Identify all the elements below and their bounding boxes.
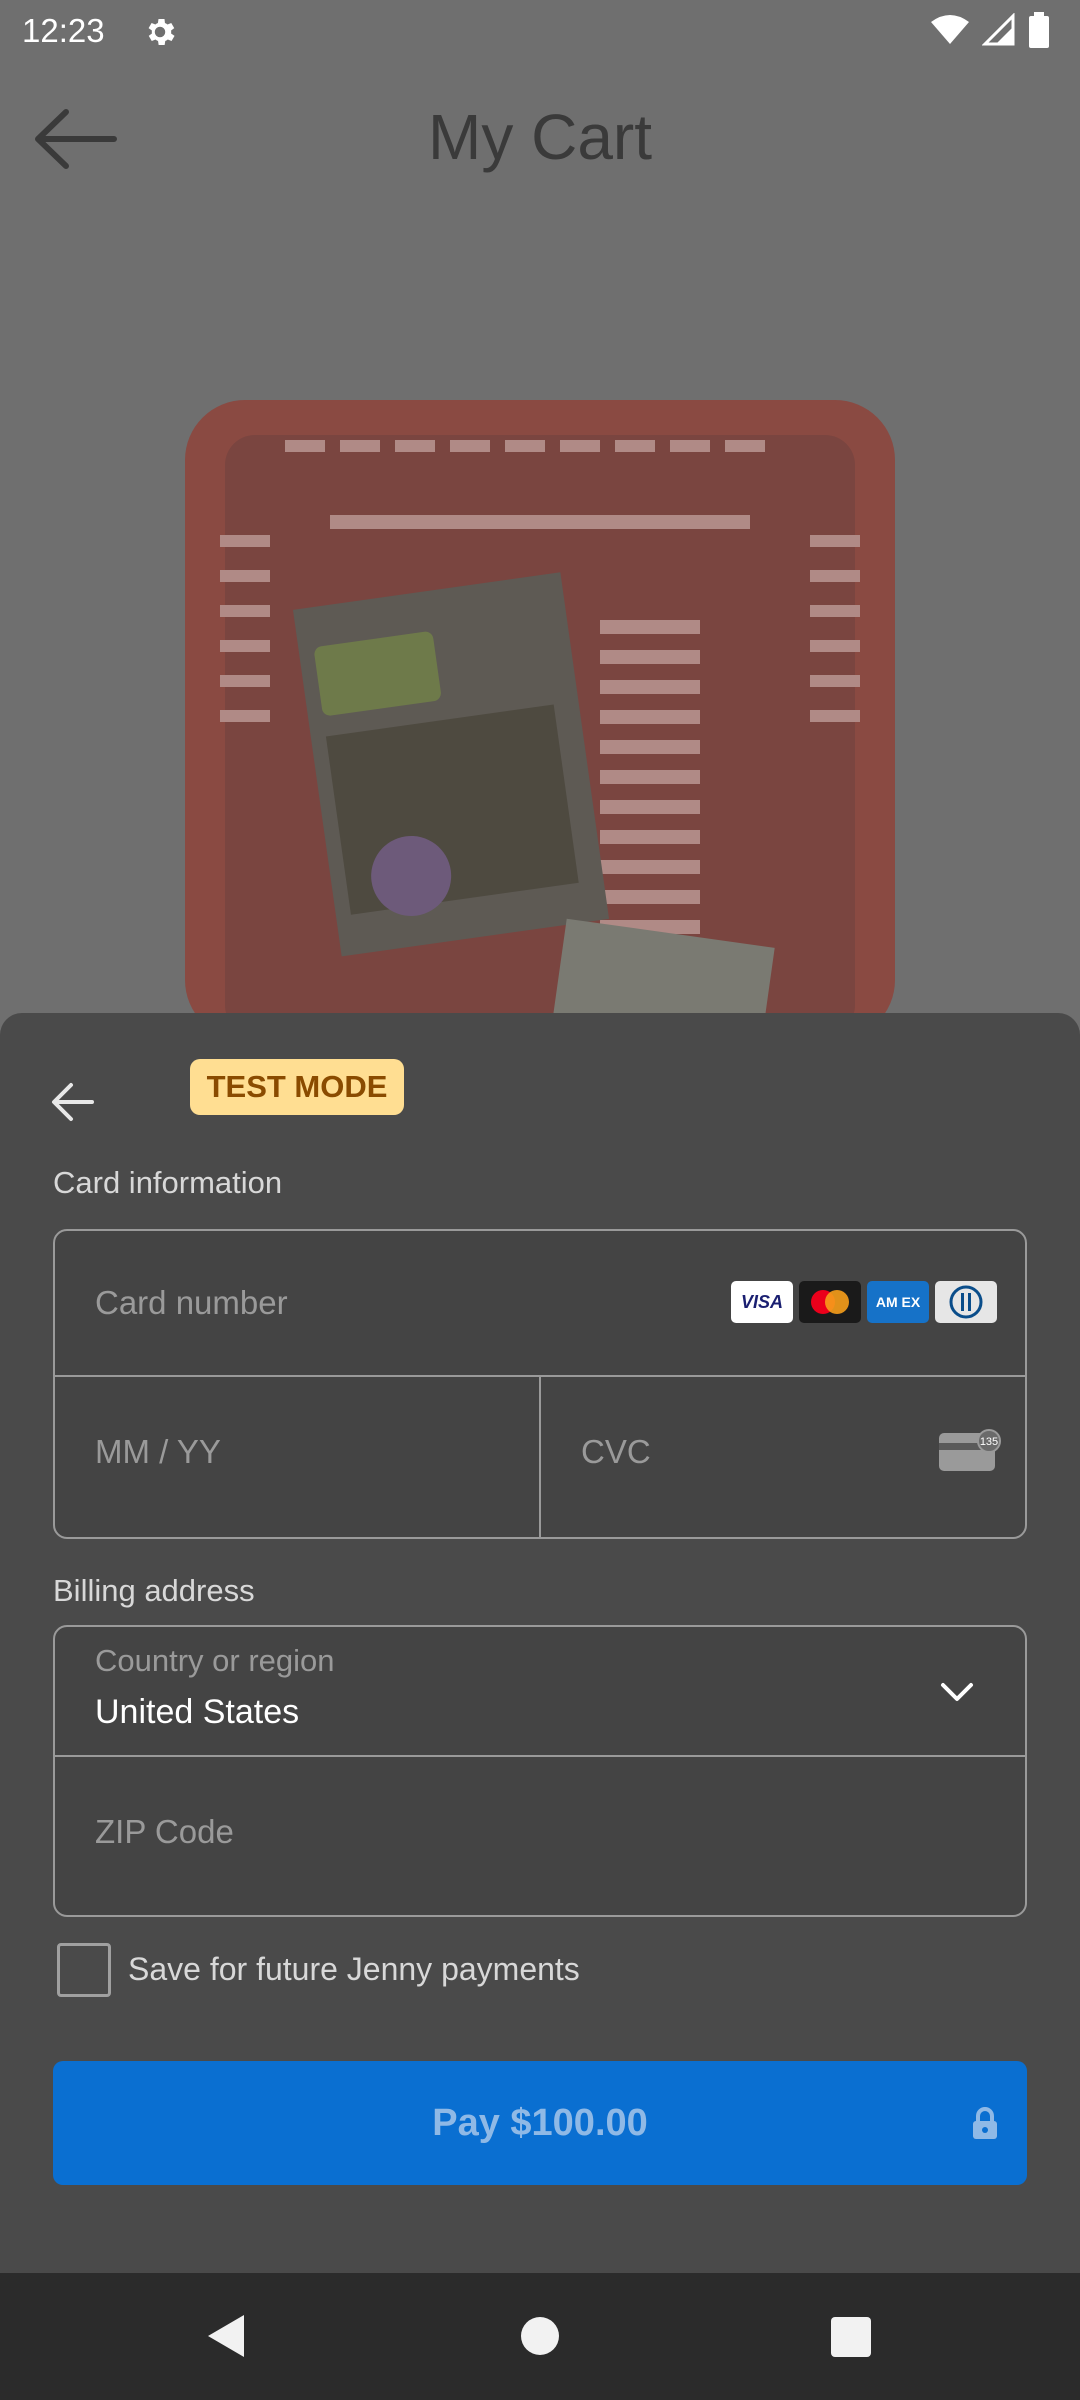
- cvc-icon-text: 135: [980, 1436, 998, 1448]
- system-navigation-bar: [0, 2273, 1080, 2400]
- chevron-down-icon: [941, 1683, 973, 1701]
- wifi-icon: [931, 15, 969, 44]
- card-information-box: Card number VISA AM EX MM / YY CVC 135: [53, 1229, 1027, 1539]
- nav-recents-icon[interactable]: [831, 2317, 871, 2357]
- battery-icon: [1029, 12, 1049, 48]
- amex-icon: AM EX: [867, 1281, 929, 1323]
- sheet-back-icon[interactable]: [50, 1081, 96, 1123]
- expiry-placeholder: MM / YY: [95, 1433, 221, 1470]
- card-brands: VISA AM EX: [731, 1281, 997, 1323]
- card-number-placeholder: Card number: [95, 1284, 288, 1321]
- billing-address-label: Billing address: [53, 1573, 255, 1608]
- save-payment-checkbox[interactable]: [57, 1943, 111, 1997]
- nav-home-icon[interactable]: [521, 2317, 559, 2355]
- test-mode-badge: TEST MODE: [190, 1059, 404, 1115]
- payment-sheet: TEST MODE Card information Card number V…: [0, 1013, 1080, 2273]
- cart-basket-illustration: [185, 400, 895, 1015]
- nav-back-icon[interactable]: [204, 2313, 246, 2359]
- status-bar: 12:23: [0, 0, 1080, 64]
- pay-button[interactable]: Pay $100.00: [53, 2061, 1027, 2185]
- expiry-field[interactable]: MM / YY: [55, 1377, 541, 1537]
- status-time: 12:23: [22, 12, 105, 49]
- cvc-card-icon: 135: [939, 1429, 1001, 1471]
- status-icons: [930, 12, 1050, 48]
- cvc-field[interactable]: CVC 135: [541, 1377, 1025, 1537]
- country-value: United States: [95, 1693, 300, 1731]
- settings-gear-icon: [148, 18, 175, 46]
- pay-button-label: Pay $100.00: [432, 2101, 648, 2144]
- page-title: My Cart: [428, 101, 652, 173]
- mastercard-icon: [799, 1281, 861, 1323]
- cvc-placeholder: CVC: [581, 1433, 651, 1470]
- billing-address-box: Country or region United States ZIP Code: [53, 1625, 1027, 1917]
- card-information-label: Card information: [53, 1165, 283, 1200]
- zip-code-field[interactable]: ZIP Code: [55, 1757, 1025, 1915]
- lock-icon: [973, 2107, 997, 2139]
- visa-icon: VISA: [731, 1281, 793, 1323]
- app-header: My Cart: [0, 64, 1080, 208]
- save-payment-label: Save for future Jenny payments: [128, 1951, 580, 1987]
- zip-placeholder: ZIP Code: [95, 1813, 234, 1850]
- card-number-field[interactable]: Card number VISA AM EX: [55, 1231, 1025, 1377]
- cellular-signal-icon: [982, 13, 1015, 46]
- country-label: Country or region: [95, 1643, 335, 1678]
- diners-club-icon: [935, 1281, 997, 1323]
- country-select[interactable]: Country or region United States: [55, 1627, 1025, 1757]
